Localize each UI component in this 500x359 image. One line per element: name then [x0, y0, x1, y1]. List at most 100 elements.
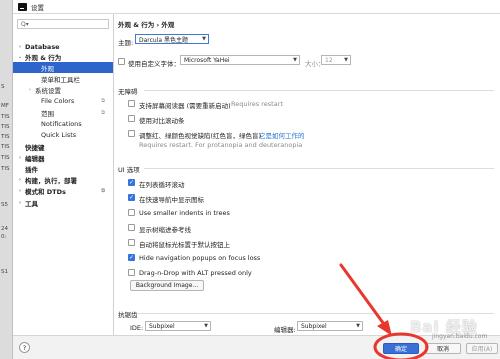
copy-icon: ⧉: [101, 109, 105, 116]
cancel-button[interactable]: 取消: [425, 343, 461, 354]
strip-label: TIS: [1, 155, 10, 161]
sidebar-item[interactable]: › 系统设置: [13, 84, 113, 95]
search-icon: Q▾: [21, 20, 29, 28]
color-deficiency-hint: Requires restart. For protanopia and deu…: [139, 141, 303, 149]
hide-nav-popups-label: Hide navigation popups on focus loss: [139, 254, 261, 262]
chevron-down-icon: ▼: [344, 57, 348, 63]
requires-restart-hint: Requires restart: [231, 100, 283, 108]
theme-select[interactable]: Darcula 黑色主题 ▼: [135, 34, 209, 44]
breadcrumb: 外观 & 行为 › 外观: [118, 21, 175, 29]
drag-alt-checkbox[interactable]: [128, 269, 135, 276]
strip-label: 24: [1, 226, 8, 232]
strip-label: TIS: [1, 144, 10, 150]
strip-label: TIS: [1, 166, 10, 172]
cyclic-scroll-label: 在列表循环滚动: [139, 181, 185, 189]
chevron-icon[interactable]: ›: [17, 44, 23, 50]
sidebar-item[interactable]: 快捷键: [13, 141, 113, 152]
editor-antialias-value: Subpixel: [301, 322, 327, 330]
editor-antialias-label: 编辑器:: [274, 326, 296, 334]
chevron-icon[interactable]: ›: [17, 177, 23, 183]
sidebar-item[interactable]: ⌄ 外观 & 行为: [13, 51, 113, 62]
sidebar-item[interactable]: › 模式和 DTDs ⧉: [13, 185, 113, 196]
sidebar-item[interactable]: 外观: [13, 62, 113, 73]
sidebar-item[interactable]: › 编辑器: [13, 152, 113, 163]
copy-icon: ⧉: [101, 187, 105, 194]
app-icon: [18, 2, 27, 11]
chevron-down-icon: ▼: [356, 323, 360, 329]
chevron-icon[interactable]: ›: [17, 188, 23, 194]
sidebar-item[interactable]: › 工具: [13, 197, 113, 208]
custom-font-label: 使用自定义字体：: [128, 60, 180, 68]
sidebar-item-label: 外观: [41, 64, 54, 73]
chevron-icon[interactable]: ›: [27, 87, 33, 93]
screen-reader-checkbox[interactable]: [128, 100, 135, 107]
smaller-indents-label: Use smaller indents in trees: [139, 209, 230, 217]
sidebar-item[interactable]: File Colors ⧉: [13, 95, 113, 106]
indent-guides-checkbox[interactable]: [128, 224, 135, 231]
ok-button[interactable]: 确定: [383, 343, 419, 354]
strip-label: S1: [1, 269, 8, 275]
sidebar-item-label: Notifications: [41, 119, 82, 128]
nav-icons-label: 在快速导航中显示图标: [139, 196, 204, 204]
chevron-icon[interactable]: ›: [17, 155, 23, 161]
help-button[interactable]: ?: [19, 342, 30, 353]
how-it-works-link[interactable]: 它是如何工作的: [259, 130, 305, 140]
nav-icons-checkbox[interactable]: ✓: [128, 194, 135, 201]
strip-label: 0:: [1, 234, 7, 240]
contrast-scrollbar-label: 使用对比滚动条: [139, 117, 185, 125]
font-size-value: 12: [325, 56, 333, 64]
background-window-strip: S MF TIS TIS TIS TIS TIS TIS S5 24 0: S1: [0, 0, 13, 359]
settings-main-panel: 外观 & 行为 › 外观 主题: Darcula 黑色主题 ▼ 使用自定义字体：…: [114, 14, 500, 335]
hide-nav-popups-checkbox[interactable]: ✓: [128, 254, 135, 261]
color-deficiency-checkbox[interactable]: [128, 130, 135, 137]
move-cursor-default-checkbox[interactable]: [128, 239, 135, 246]
font-size-select[interactable]: 12 ▼: [321, 55, 351, 65]
sidebar-item-label: Quick Lists: [41, 130, 77, 139]
sidebar-item-label: 菜单和工具栏: [41, 75, 80, 84]
sidebar-item[interactable]: Notifications: [13, 118, 113, 129]
apply-button[interactable]: 应用(A): [466, 343, 498, 354]
sidebar-item-label: 模式和 DTDs: [25, 187, 66, 196]
accessibility-section-title: 无障碍: [118, 88, 138, 96]
sidebar-item[interactable]: 范围 ⧉: [13, 107, 113, 118]
dialog-footer: ? 确定 取消 应用(A): [13, 335, 500, 359]
chevron-down-icon: ▼: [202, 36, 206, 42]
font-select[interactable]: Microsoft YaHei ▼: [180, 55, 300, 65]
theme-label: 主题:: [118, 39, 134, 47]
sidebar-item[interactable]: 菜单和工具栏: [13, 73, 113, 84]
screen-reader-label: 支持屏幕阅读器 (需要重新启动): [139, 102, 231, 110]
cyclic-scroll-checkbox[interactable]: ✓: [128, 179, 135, 186]
chevron-icon[interactable]: ›: [17, 200, 23, 206]
chevron-down-icon: ▼: [204, 323, 208, 329]
strip-label: TIS: [1, 134, 10, 140]
sidebar-item-label: 范围: [41, 109, 54, 118]
sidebar-item[interactable]: › 构建，执行，部署: [13, 174, 113, 185]
ide-antialias-select[interactable]: Subpixel ▼: [145, 321, 211, 331]
move-cursor-default-label: 自动将鼠标光标置于默认按钮上: [139, 241, 230, 249]
font-value: Microsoft YaHei: [184, 56, 230, 64]
chevron-icon[interactable]: ⌄: [17, 54, 23, 60]
chevron-down-icon: ▼: [293, 57, 297, 63]
smaller-indents-checkbox[interactable]: [128, 209, 135, 216]
sidebar-item[interactable]: Quick Lists: [13, 129, 113, 140]
watermark-url: jingyan.baidu.com: [432, 333, 488, 340]
sidebar-item-label: 系统设置: [35, 86, 61, 95]
sidebar-item-label: Database: [25, 42, 60, 51]
ide-antialias-value: Subpixel: [149, 322, 175, 330]
sidebar-item[interactable]: 插件: [13, 163, 113, 174]
custom-font-checkbox[interactable]: [118, 58, 125, 65]
drag-alt-label: Drag-n-Drop with ALT pressed only: [139, 269, 252, 277]
settings-search-input[interactable]: Q▾: [17, 19, 109, 29]
antialias-section-title: 抗锯齿: [118, 311, 138, 319]
settings-sidebar: Q▾ › Database ⌄ 外观 & 行为 外观 菜单和工具栏 › 系统设置 File Co…: [13, 14, 114, 335]
copy-icon: ⧉: [101, 97, 105, 104]
sidebar-item-label: 快捷键: [25, 143, 45, 152]
background-image-button[interactable]: Background Image...: [130, 280, 204, 291]
section-divider: [138, 313, 494, 314]
window-title: 设置: [31, 3, 44, 12]
contrast-scrollbar-checkbox[interactable]: [128, 115, 135, 122]
editor-antialias-select[interactable]: Subpixel ▼: [297, 321, 363, 331]
strip-label: TIS: [1, 124, 10, 130]
sidebar-item-label: 构建，执行，部署: [25, 176, 77, 185]
strip-label: S: [1, 84, 5, 90]
